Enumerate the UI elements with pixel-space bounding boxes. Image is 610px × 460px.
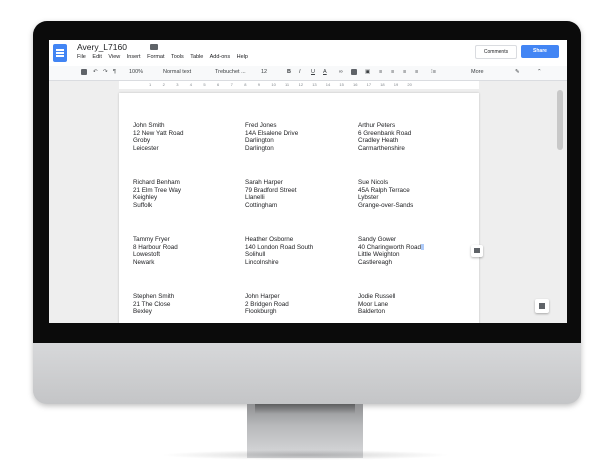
redo-icon[interactable]: ↷ [103, 69, 108, 75]
docs-logo-icon[interactable] [53, 44, 67, 62]
link-icon[interactable]: ∞ [339, 69, 343, 75]
print-icon[interactable] [81, 69, 87, 75]
ruler-tick-label: 13 [312, 82, 317, 87]
undo-icon[interactable]: ↶ [93, 69, 98, 75]
address-label[interactable]: Stephen Smith 21 The Close Bexley [133, 293, 243, 316]
floor-shadow [160, 450, 450, 460]
ruler-tick-label: 4 [189, 82, 193, 87]
ruler-tick-label: 10 [271, 82, 276, 87]
ruler-tick-label: 3 [176, 82, 179, 87]
menu-view[interactable]: View [108, 54, 120, 60]
image-icon[interactable]: ▣ [365, 69, 370, 75]
menu-edit[interactable]: Edit [92, 54, 101, 60]
share-button[interactable]: Share [521, 45, 559, 58]
more-button[interactable]: More [471, 69, 484, 75]
document-page[interactable]: John Smith 12 New Yatt Road Groby Leicester… [119, 93, 479, 323]
font-size-select[interactable]: 12 [261, 69, 267, 75]
bold-button[interactable]: B [287, 69, 291, 75]
address-label[interactable]: Arthur Peters 6 Greenbank Road Cradley Hea… [358, 122, 468, 152]
ruler-tick-label: 18 [380, 82, 385, 87]
ruler-tick-label: 20 [407, 82, 412, 87]
align-left-icon[interactable]: ≡ [379, 69, 382, 75]
ruler-tick-label: 7 [230, 82, 233, 87]
ruler-tick-label: 12 [298, 82, 304, 87]
scrollbar[interactable] [557, 90, 563, 150]
address-label[interactable]: Heather Osborne 140 London Road South Soli… [245, 236, 355, 266]
ruler-tick-label: 17 [366, 82, 372, 87]
ruler-tick-label: 11 [285, 82, 290, 87]
menu-table[interactable]: Table [190, 54, 203, 60]
address-label[interactable]: Sarah Harper 79 Bradford Street Llanelli Co… [245, 179, 355, 209]
justify-icon[interactable]: ≡ [415, 69, 418, 75]
zoom-select[interactable]: 100% [129, 69, 143, 75]
line-spacing-icon[interactable]: ⁝≡ [431, 69, 436, 75]
ruler-tick-label: 1 [149, 82, 152, 87]
ruler-tick-label: 6 [217, 82, 220, 87]
ruler-tick-label: 19 [393, 82, 399, 87]
menu-insert[interactable]: Insert [127, 54, 141, 60]
collapse-chevron-icon[interactable]: ⌃ [537, 69, 542, 75]
screen: Avery_L7160 File Edit View Insert Format… [49, 40, 567, 323]
underline-button[interactable]: U [311, 69, 315, 75]
ruler-tick-label: 9 [257, 82, 261, 87]
monitor-chin [33, 343, 581, 404]
explore-icon[interactable] [535, 299, 549, 313]
address-label[interactable]: Jodie Russell Moor Lane Balderton [358, 293, 468, 316]
menu-file[interactable]: File [77, 54, 86, 60]
style-select[interactable]: Normal text [163, 69, 191, 75]
address-label[interactable]: Tammy Fryer 8 Harbour Road Lowestoft Newark [133, 236, 243, 266]
menu-tools[interactable]: Tools [171, 54, 184, 60]
comments-button[interactable]: Comments [475, 45, 517, 59]
ruler-tick-label: 16 [353, 82, 358, 87]
ruler-tick-label: 5 [203, 82, 206, 87]
app-header: Avery_L7160 File Edit View Insert Format… [49, 40, 567, 66]
menu-addons[interactable]: Add-ons [210, 54, 231, 60]
align-center-icon[interactable]: ≡ [391, 69, 394, 75]
font-select[interactable]: Trebuchet ... [215, 69, 246, 75]
ruler[interactable]: 1 2 3 4 5 6 7 8 9 10 11 12 13 14 15 16 17 18 19 20 [119, 81, 479, 89]
address-label[interactable]: John Harper 2 Bridgen Road Flookburgh [245, 293, 355, 316]
ruler-tick-label: 14 [325, 82, 331, 87]
menu-bar: File Edit View Insert Format Tools Table… [77, 54, 253, 60]
align-right-icon[interactable]: ≡ [403, 69, 406, 75]
add-comment-icon[interactable] [471, 245, 483, 257]
stand-shadow [255, 404, 355, 414]
ruler-tick-label: 2 [162, 82, 165, 87]
italic-button[interactable]: I [299, 69, 301, 75]
menu-format[interactable]: Format [147, 54, 164, 60]
document-title[interactable]: Avery_L7160 [77, 42, 127, 52]
ruler-tick-label: 15 [339, 82, 344, 87]
ruler-tick-label: 8 [244, 82, 247, 87]
address-label[interactable]: Sandy Gower 40 Charingworth Road Little We… [358, 236, 468, 266]
folder-icon[interactable] [150, 44, 158, 50]
toolbar: ↶ ↷ ¶ 100% Normal text Trebuchet ... 12 … [49, 66, 567, 81]
address-label[interactable]: Fred Jones 14A Elsalene Drive Darlington Da… [245, 122, 355, 152]
pencil-icon[interactable]: ✎ [515, 69, 520, 75]
text-cursor [421, 243, 425, 250]
address-label[interactable]: Sue Nicols 45A Ralph Terrace Lybster Grange… [358, 179, 468, 209]
text-color-button[interactable]: A [323, 69, 327, 75]
menu-help[interactable]: Help [237, 54, 248, 60]
paint-format-icon[interactable]: ¶ [113, 69, 116, 75]
comment-icon[interactable] [351, 69, 357, 75]
address-label[interactable]: John Smith 12 New Yatt Road Groby Leicester [133, 122, 243, 152]
address-label[interactable]: Richard Benham 21 Elm Tree Way Keighley Suf… [133, 179, 243, 209]
